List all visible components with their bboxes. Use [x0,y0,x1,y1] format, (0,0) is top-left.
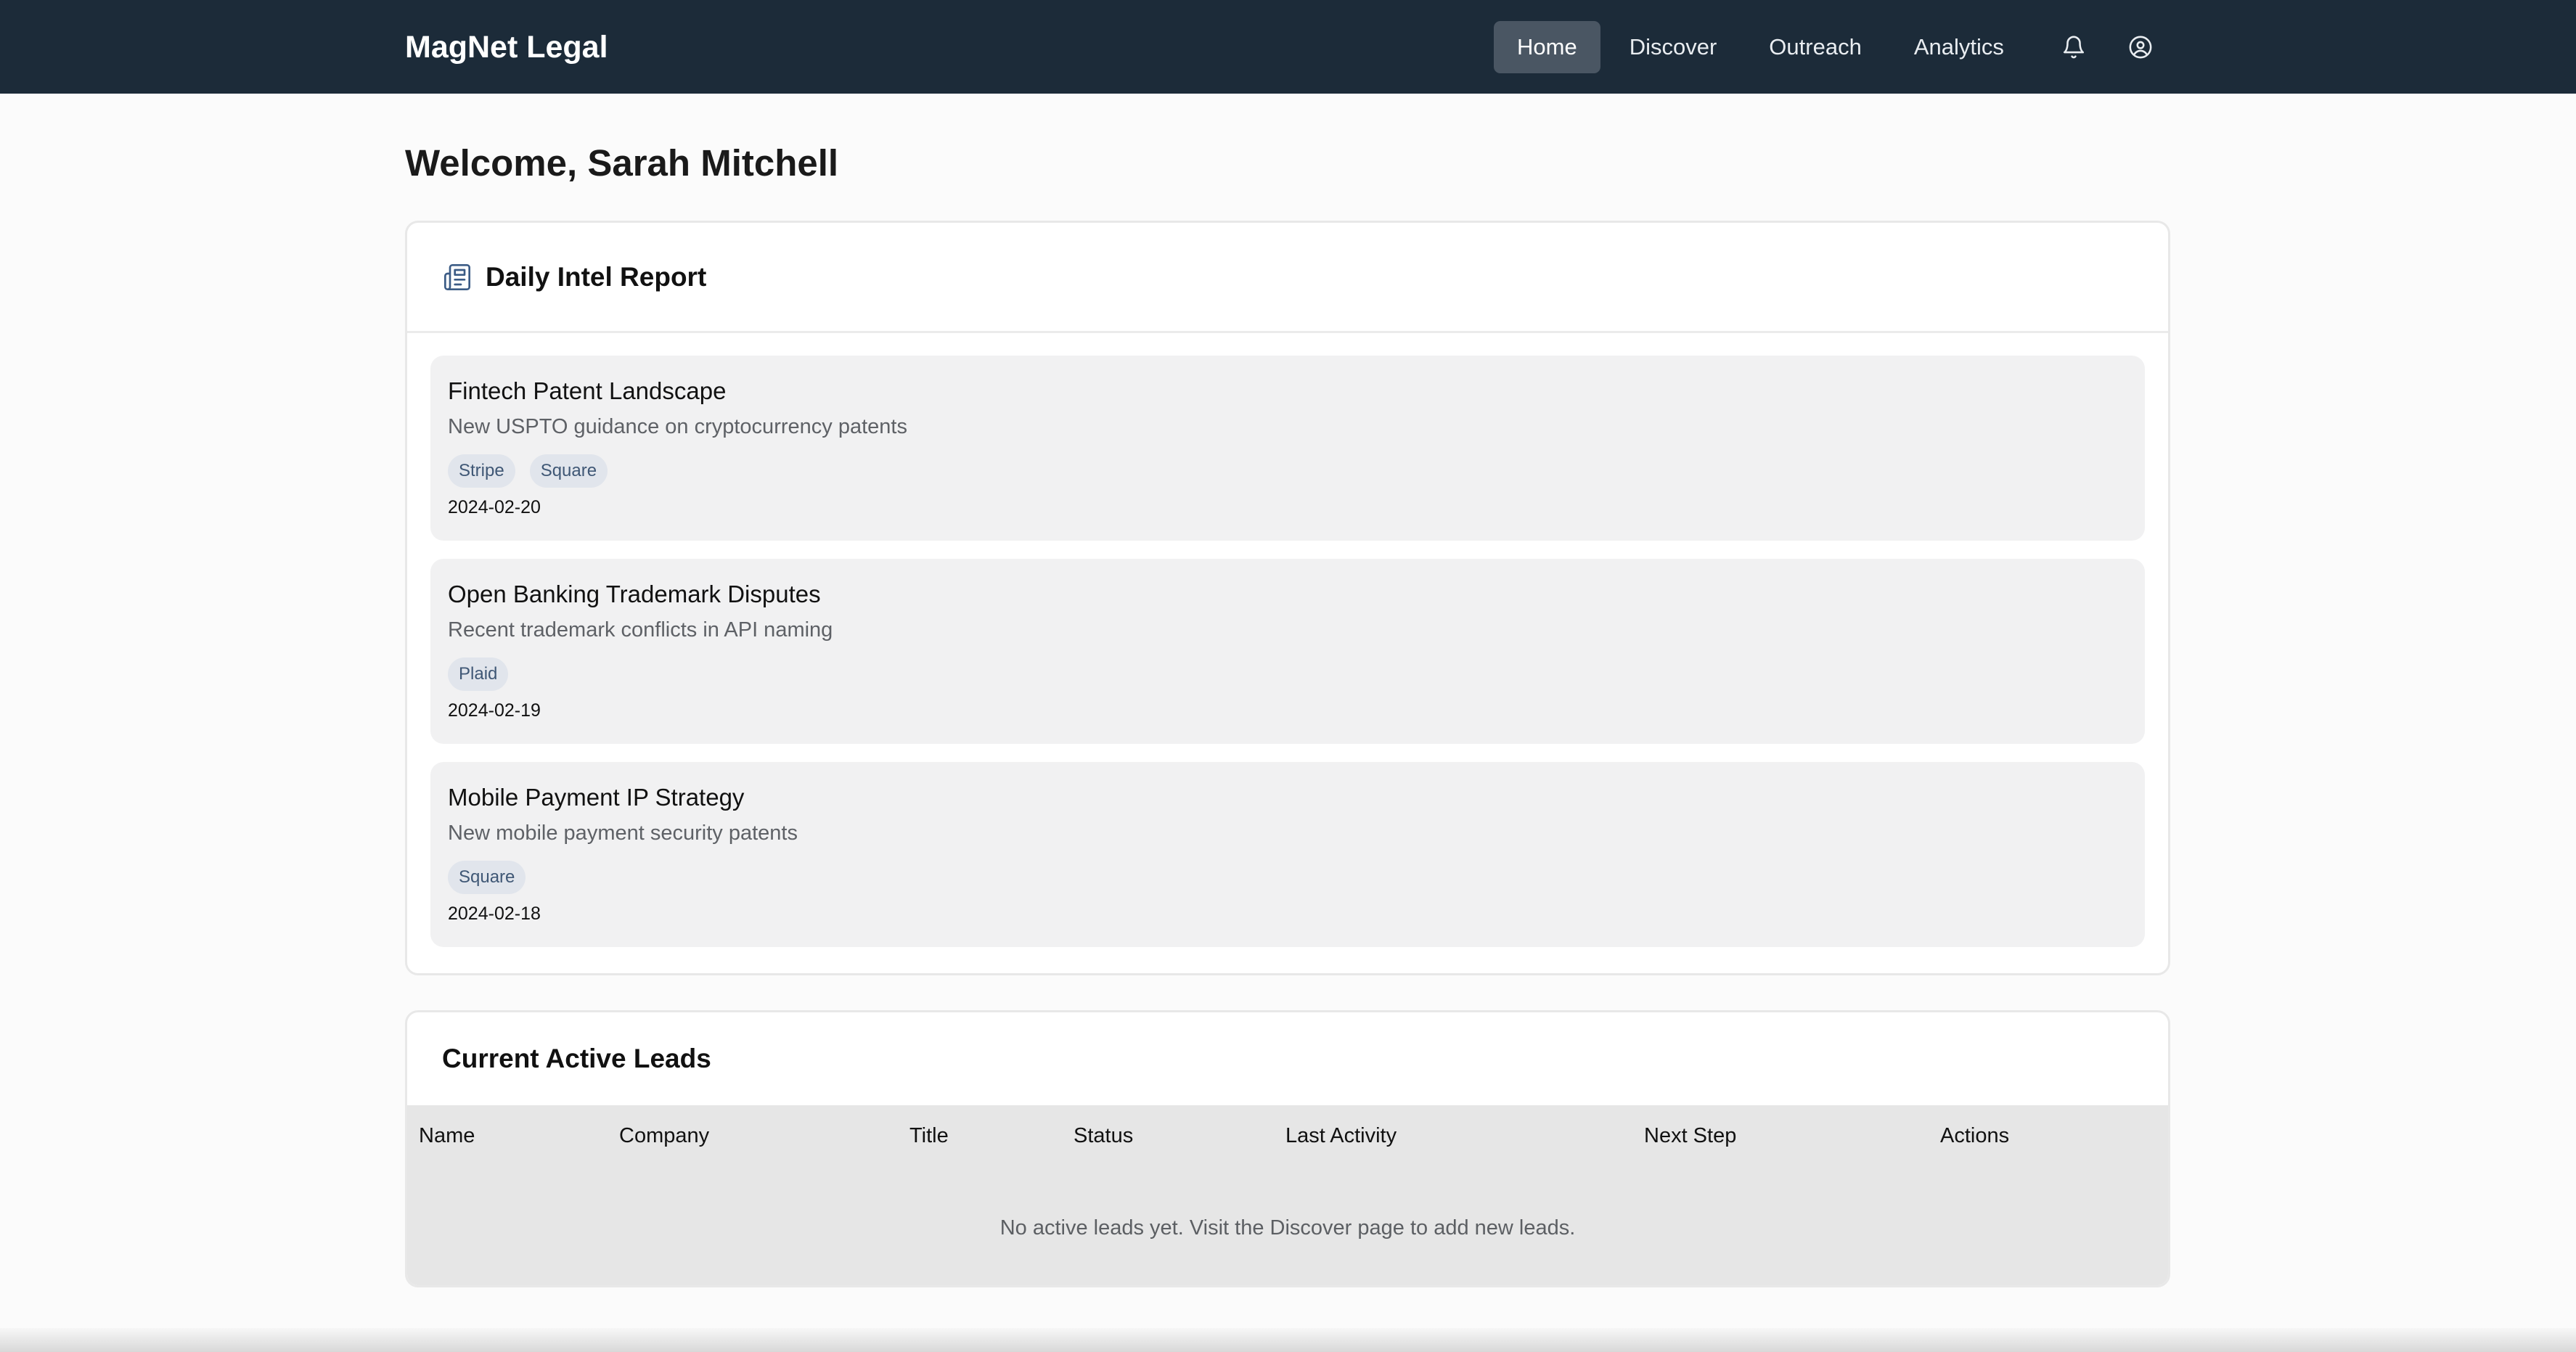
report-description: New mobile payment security patents [448,822,798,845]
nav-outreach[interactable]: Outreach [1746,21,1885,73]
nav-home[interactable]: Home [1494,21,1600,73]
leads-table: Name Company Title Status Last Activity … [407,1105,2168,1285]
active-leads-card: Current Active Leads Name Company Title … [405,1010,2170,1287]
report-title: Open Banking Trademark Disputes [448,581,821,607]
column-header-status[interactable]: Status [1074,1105,1133,1166]
nav-analytics[interactable]: Analytics [1891,21,2027,73]
report-item[interactable]: Open Banking Trademark Disputes Recent t… [430,559,2145,744]
report-description: New USPTO guidance on cryptocurrency pat… [448,415,907,438]
table-header-row: Name Company Title Status Last Activity … [407,1105,2168,1166]
tag-list: Plaid [448,657,2127,691]
bottom-edge-shadow [0,1328,2576,1352]
page-title: Welcome, Sarah Mitchell [405,142,839,184]
tag-list: Stripe Square [448,454,2127,488]
report-date: 2024-02-19 [448,700,541,721]
report-item[interactable]: Fintech Patent Landscape New USPTO guida… [430,356,2145,541]
newspaper-icon [442,262,473,292]
company-tag[interactable]: Stripe [448,454,515,488]
card-header: Current Active Leads [407,1012,2168,1105]
daily-intel-card: Daily Intel Report Fintech Patent Landsc… [405,221,2170,975]
report-title: Fintech Patent Landscape [448,377,727,404]
column-header-title[interactable]: Title [909,1105,949,1166]
user-circle-icon[interactable] [2114,21,2167,73]
nav-discover[interactable]: Discover [1606,21,1741,73]
report-date: 2024-02-20 [448,497,541,517]
report-description: Recent trademark conflicts in API naming [448,618,833,642]
card-title: Current Active Leads [442,1044,711,1073]
column-header-next-step[interactable]: Next Step [1644,1105,1736,1166]
report-title: Mobile Payment IP Strategy [448,784,745,811]
tag-list: Square [448,861,2127,894]
company-tag[interactable]: Plaid [448,657,509,691]
report-list: Fintech Patent Landscape New USPTO guida… [407,333,2168,947]
column-header-company[interactable]: Company [619,1105,709,1166]
company-tag[interactable]: Square [448,861,526,894]
report-item[interactable]: Mobile Payment IP Strategy New mobile pa… [430,762,2145,947]
brand-logo[interactable]: MagNet Legal [405,28,608,66]
column-header-actions[interactable]: Actions [1940,1105,2009,1166]
column-header-last-activity[interactable]: Last Activity [1285,1105,1397,1166]
empty-state-message: No active leads yet. Visit the Discover … [999,1216,1576,1240]
top-navigation-bar: MagNet Legal Home Discover Outreach Anal… [0,0,2576,94]
column-header-name[interactable]: Name [419,1105,475,1166]
card-title: Daily Intel Report [486,261,707,292]
report-date: 2024-02-18 [448,904,541,924]
main-nav: Home Discover Outreach Analytics [1494,21,2167,73]
company-tag[interactable]: Square [529,454,608,488]
card-header: Daily Intel Report [407,223,2168,333]
bell-icon[interactable] [2048,21,2100,73]
